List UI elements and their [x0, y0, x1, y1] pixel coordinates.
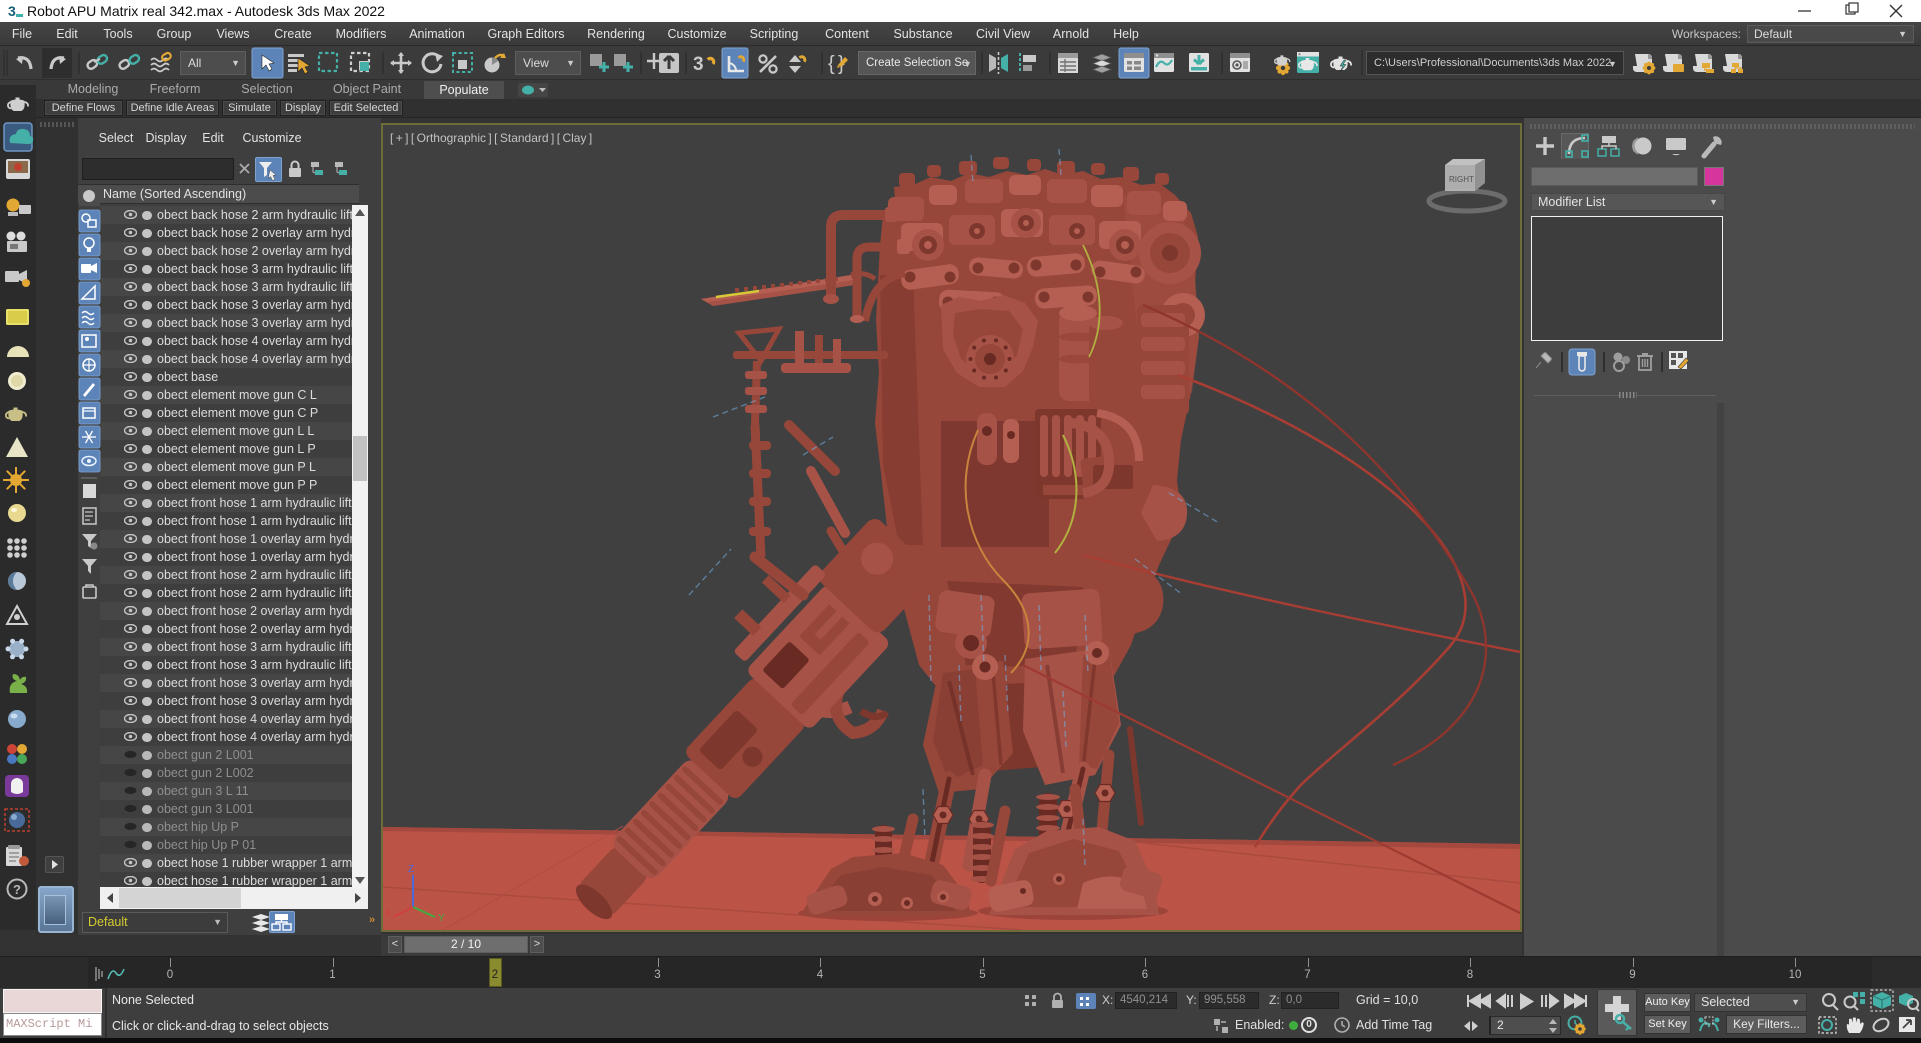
svg-text:3: 3 [8, 3, 16, 19]
svg-text:Z: Z [408, 864, 414, 875]
svg-text:?: ? [13, 882, 21, 897]
svg-text:Y: Y [438, 913, 445, 924]
svg-text:RIGHT: RIGHT [1449, 175, 1474, 184]
svg-text:3: 3 [693, 54, 704, 75]
svg-text:{: { [828, 53, 835, 75]
svg-text:x: x [386, 907, 391, 918]
